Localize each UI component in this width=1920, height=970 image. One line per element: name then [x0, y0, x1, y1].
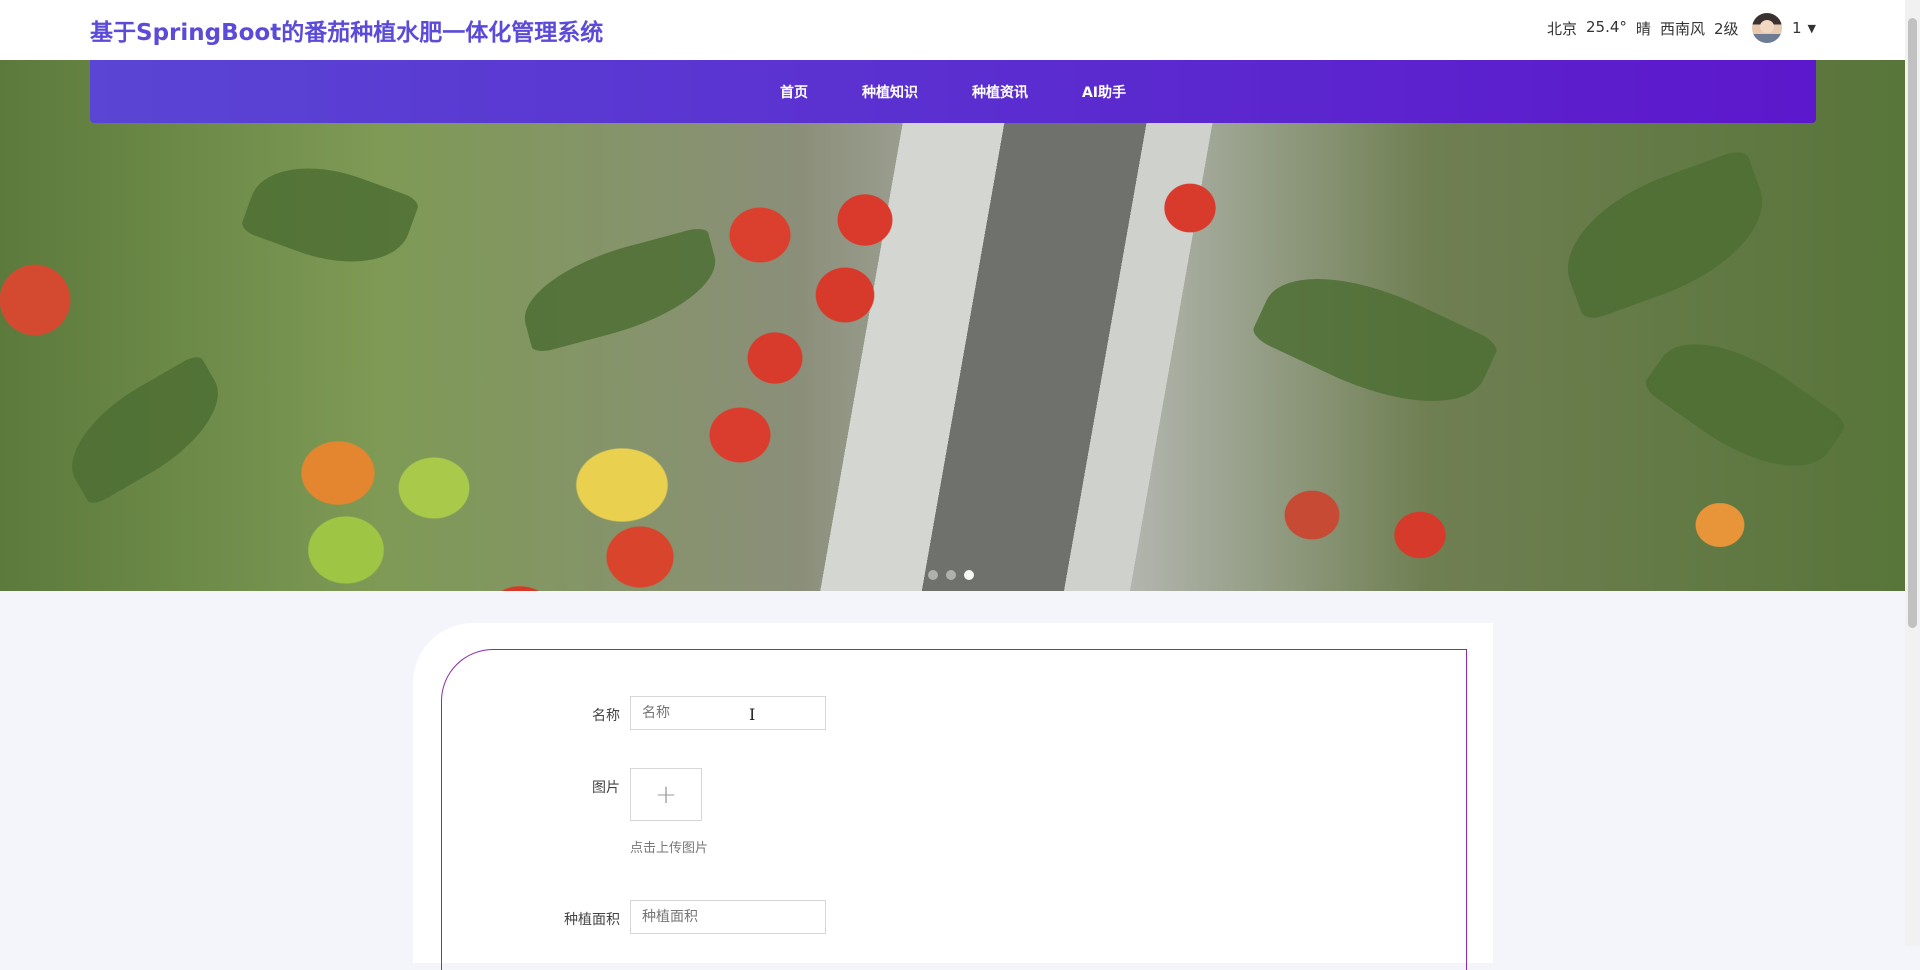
scrollbar-thumb[interactable]: [1908, 18, 1917, 628]
name-input[interactable]: [630, 696, 826, 730]
weather-temperature: 25.4°: [1586, 18, 1627, 36]
area-input[interactable]: [630, 900, 826, 934]
leaf-decoration: [1249, 246, 1501, 434]
user-name[interactable]: 1: [1792, 19, 1802, 37]
weather-widget: 北京 25.4° 晴 西南风 2级: [1547, 18, 1739, 39]
weather-city: 北京: [1547, 20, 1578, 38]
carousel-dot-active[interactable]: [964, 570, 974, 580]
weather-condition: 晴: [1635, 20, 1651, 38]
weather-wind: 西南风: [1659, 20, 1705, 38]
text-cursor-icon: I: [749, 705, 756, 724]
weather-wind-level: 2级: [1713, 20, 1739, 38]
top-header: 基于SpringBoot的番茄种植水肥一体化管理系统 北京 25.4° 晴 西南…: [0, 0, 1905, 60]
leaf-decoration: [1547, 147, 1783, 323]
leaf-decoration: [513, 225, 727, 355]
caret-down-icon[interactable]: ▼: [1808, 22, 1816, 35]
carousel-dot[interactable]: [946, 570, 956, 580]
hero-carousel[interactable]: [0, 60, 1905, 591]
nav-item-ai-assistant[interactable]: AI助手: [1055, 82, 1153, 102]
upload-hint: 点击上传图片: [630, 841, 709, 856]
area-label: 种植面积: [564, 912, 620, 928]
app-title: 基于SpringBoot的番茄种植水肥一体化管理系统: [90, 20, 604, 46]
plus-icon: +: [655, 779, 677, 810]
carousel-dot[interactable]: [928, 570, 938, 580]
main-nav: 首页 种植知识 种植资讯 AI助手: [90, 60, 1816, 123]
user-menu[interactable]: 1 ▼: [1752, 13, 1816, 43]
avatar[interactable]: [1752, 13, 1782, 43]
leaf-decoration: [239, 145, 421, 285]
nav-item-knowledge[interactable]: 种植知识: [835, 82, 945, 102]
nav-item-home[interactable]: 首页: [753, 82, 835, 102]
name-label: 名称: [592, 708, 620, 724]
carousel-indicators: [928, 570, 974, 580]
page-scrollbar[interactable]: [1905, 0, 1920, 946]
image-upload-button[interactable]: +: [630, 768, 702, 821]
leaf-decoration: [51, 352, 239, 508]
leaf-decoration: [1641, 313, 1849, 497]
nav-item-news[interactable]: 种植资讯: [945, 82, 1055, 102]
image-label: 图片: [592, 780, 620, 796]
